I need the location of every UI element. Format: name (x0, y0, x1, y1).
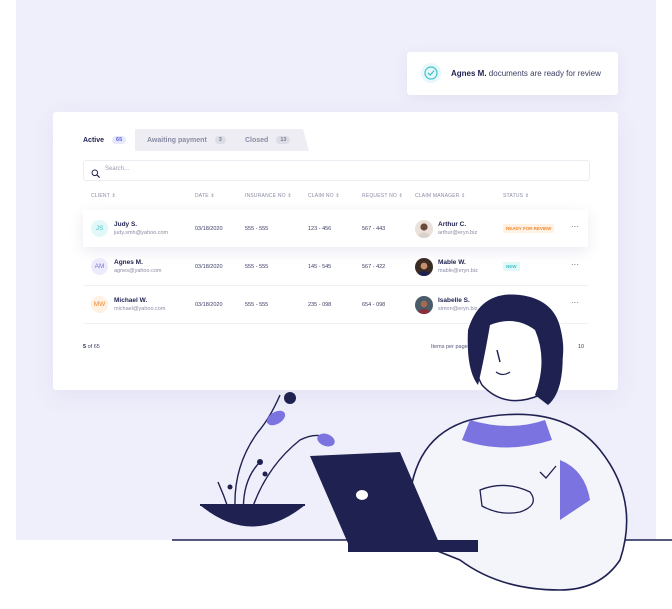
tab-label: Awaiting payment (147, 136, 207, 144)
tab-closed[interactable]: Closed 13 (233, 129, 309, 151)
tab-label: Active (83, 136, 105, 144)
request-no-cell: 567 - 422 (362, 264, 386, 270)
client-name: Judy S. (114, 221, 138, 228)
claims-table-card: Active 65 Awaiting payment 3 Closed 13 S… (53, 112, 618, 390)
manager-email: simon@eryn.biz (438, 306, 478, 312)
client-avatar: MW (91, 296, 108, 313)
more-options-icon[interactable]: ··· (571, 298, 579, 307)
manager-name: Isabelle S. (438, 297, 470, 304)
table-row[interactable]: JS Judy S. judy.smh@yahoo.com 03/18/2020… (83, 210, 588, 247)
manager-email: arthur@eryn.biz (438, 230, 478, 236)
client-name: Agnes M. (114, 259, 143, 266)
column-header-request-no[interactable]: REQUEST NO ⇕ (362, 193, 403, 199)
notification-toast[interactable]: Agnes M. documents are ready for review (407, 52, 618, 95)
table-row[interactable]: AM Agnes M. agnes@yahoo.com 03/18/2020 5… (83, 248, 588, 286)
search-icon (91, 165, 100, 183)
laptop-base (348, 540, 478, 552)
manager-avatar (415, 296, 433, 314)
claim-no-cell: 145 - 545 (308, 264, 332, 270)
client-name: Michael W. (114, 297, 148, 304)
total-count: of 65 (87, 344, 100, 350)
request-no-cell: 567 - 443 (362, 226, 386, 232)
column-header-claim-no[interactable]: CLAIM NO ⇕ (308, 193, 340, 199)
client-email: michael@yahoo.com (114, 306, 166, 312)
date-cell: 03/18/2020 (195, 226, 223, 232)
search-input[interactable]: Search... (83, 160, 590, 181)
manager-email: mable@eryn.biz (438, 268, 478, 274)
tab-count: 13 (276, 136, 291, 144)
table-row[interactable]: MW Michael W. michael@yahoo.com 03/18/20… (83, 286, 588, 324)
tab-count: 3 (214, 136, 226, 144)
column-header-status[interactable]: STATUS ⇕ (503, 193, 529, 199)
search-placeholder: Search... (105, 166, 130, 172)
date-cell: 03/18/2020 (195, 264, 223, 270)
notification-name: Agnes M. (451, 69, 487, 78)
tab-label: Closed (245, 136, 269, 144)
manager-avatar (415, 258, 433, 276)
status-badge: NEW (503, 262, 520, 271)
more-options-icon[interactable]: ··· (571, 222, 579, 231)
tab-count: 65 (112, 136, 127, 144)
manager-avatar (415, 220, 433, 238)
client-email: agnes@yahoo.com (114, 268, 162, 274)
shown-count: 5 (83, 344, 87, 350)
status-badge: READY FOR REVIEW (503, 224, 555, 233)
claim-no-cell: 123 - 456 (308, 226, 332, 232)
client-avatar: JS (91, 220, 108, 237)
claim-no-cell: 235 - 098 (308, 302, 332, 308)
insurance-no-cell: 555 - 555 (245, 226, 269, 232)
insurance-no-cell: 555 - 555 (245, 264, 269, 270)
date-cell: 03/18/2020 (195, 302, 223, 308)
column-header-client[interactable]: CLIENT ⇕ (91, 193, 116, 199)
client-email: judy.smh@yahoo.com (114, 230, 169, 236)
notification-message: documents are ready for review (488, 69, 601, 78)
tab-active[interactable]: Active 65 (83, 129, 133, 151)
status-badge: IN PROGRESS (503, 300, 541, 309)
more-options-icon[interactable]: ··· (571, 260, 579, 269)
manager-name: Arthur C. (438, 221, 467, 228)
request-no-cell: 654 - 098 (362, 302, 386, 308)
items-per-page-label: Items per page (431, 344, 468, 350)
items-per-page-select[interactable]: 10 (578, 344, 584, 350)
notification-text: Agnes M. documents are ready for review (451, 69, 601, 78)
check-circle-icon (421, 63, 441, 83)
insurance-no-cell: 555 - 555 (245, 302, 269, 308)
client-avatar: AM (91, 258, 108, 275)
pagination-summary: 5 of 65 (83, 344, 100, 350)
column-header-insurance-no[interactable]: INSURANCE NO ⇕ (245, 193, 292, 199)
table-header: CLIENT ⇕ DATE ⇕ INSURANCE NO ⇕ CLAIM NO … (83, 193, 588, 203)
manager-name: Mable W. (438, 259, 466, 266)
column-header-claim-manager[interactable]: CLAIM MANAGER ⇕ (415, 193, 466, 199)
tab-awaiting-payment[interactable]: Awaiting payment 3 (135, 129, 243, 151)
column-header-date[interactable]: DATE ⇕ (195, 193, 215, 199)
